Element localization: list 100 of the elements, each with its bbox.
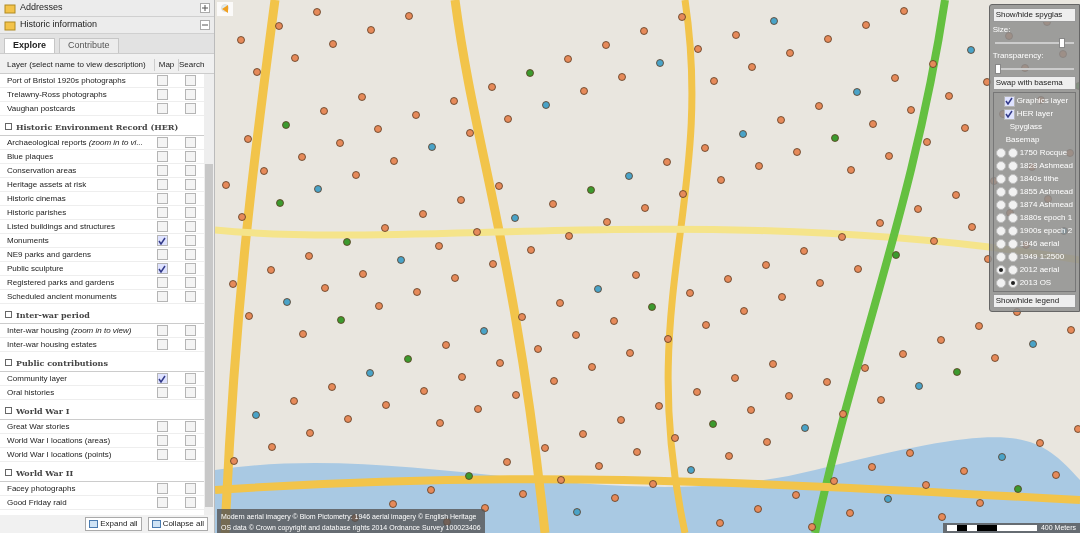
radio-button[interactable] xyxy=(995,148,1006,158)
checkbox[interactable] xyxy=(184,263,196,274)
collapse-icon[interactable] xyxy=(5,469,12,476)
layer-name[interactable]: World War I locations (areas) xyxy=(0,434,148,447)
collapse-panel-button[interactable] xyxy=(217,2,233,16)
radio-button[interactable] xyxy=(995,200,1006,210)
tab[interactable]: Contribute xyxy=(59,38,119,53)
layer-name[interactable]: Vaughan postcards xyxy=(0,102,148,115)
layer-name[interactable]: World War I locations (points) xyxy=(0,448,148,461)
accordion-header[interactable]: Historic information xyxy=(0,17,214,34)
radio-button[interactable] xyxy=(1007,174,1018,184)
checkbox[interactable] xyxy=(184,339,196,350)
checkbox[interactable] xyxy=(184,235,196,246)
checkbox[interactable] xyxy=(184,483,196,494)
checkbox[interactable] xyxy=(156,339,168,350)
scrollbar[interactable] xyxy=(204,74,214,515)
checkbox[interactable] xyxy=(156,421,168,432)
expand-icon[interactable] xyxy=(200,3,210,13)
radio-button[interactable] xyxy=(1007,187,1018,197)
collapse-icon[interactable] xyxy=(5,359,12,366)
layer-name[interactable]: Scheduled ancient monuments xyxy=(0,290,148,303)
toggle-button[interactable]: Show/hide spyglas xyxy=(992,8,1076,22)
radio-button[interactable] xyxy=(995,239,1006,249)
layer-name[interactable]: Monuments xyxy=(0,234,148,247)
radio-button[interactable] xyxy=(1007,278,1018,288)
checkbox[interactable] xyxy=(184,497,196,508)
checkbox[interactable] xyxy=(156,387,168,398)
checkbox[interactable] xyxy=(156,165,168,176)
layer-name[interactable]: Archaeological reports (zoom in to vi... xyxy=(0,136,148,149)
checkbox[interactable] xyxy=(156,249,168,260)
slider-thumb[interactable] xyxy=(1059,38,1066,48)
checkbox[interactable] xyxy=(156,221,168,232)
collapse-icon[interactable] xyxy=(5,311,12,318)
checkbox[interactable] xyxy=(184,75,196,86)
checkbox[interactable] xyxy=(156,263,168,274)
checkbox[interactable] xyxy=(1003,95,1015,107)
checkbox[interactable] xyxy=(156,235,168,246)
checkbox[interactable] xyxy=(184,277,196,288)
radio-button[interactable] xyxy=(995,226,1006,236)
layer-name[interactable]: Inter-war housing estates xyxy=(0,338,148,351)
checkbox[interactable] xyxy=(184,421,196,432)
checkbox[interactable] xyxy=(184,103,196,114)
layer-name[interactable]: Community layer xyxy=(0,372,148,385)
checkbox[interactable] xyxy=(156,151,168,162)
checkbox[interactable] xyxy=(184,291,196,302)
layer-name[interactable]: Port of Bristol 1920s photographs xyxy=(0,74,148,87)
slider-track[interactable] xyxy=(994,38,1074,48)
layer-name[interactable]: Registered parks and gardens xyxy=(0,276,148,289)
radio-button[interactable] xyxy=(1007,213,1018,223)
checkbox[interactable] xyxy=(184,151,196,162)
checkbox[interactable] xyxy=(184,325,196,336)
checkbox[interactable] xyxy=(184,165,196,176)
layer-name[interactable]: Conservation areas xyxy=(0,164,148,177)
layer-name[interactable]: Inter-war housing (zoom in to view) xyxy=(0,324,148,337)
swap-button[interactable]: Swap with basema xyxy=(992,76,1076,90)
radio-button[interactable] xyxy=(995,265,1006,275)
radio-button[interactable] xyxy=(995,187,1006,197)
radio-button[interactable] xyxy=(995,161,1006,171)
collapse-icon[interactable] xyxy=(5,407,12,414)
radio-button[interactable] xyxy=(1007,252,1018,262)
radio-button[interactable] xyxy=(1007,239,1018,249)
collapse-icon[interactable] xyxy=(5,123,12,130)
checkbox[interactable] xyxy=(184,89,196,100)
legend-button[interactable]: Show/hide legend xyxy=(992,294,1076,308)
checkbox[interactable] xyxy=(156,277,168,288)
layer-name[interactable]: Historic parishes xyxy=(0,206,148,219)
checkbox[interactable] xyxy=(156,75,168,86)
layer-name[interactable]: Good Friday raid xyxy=(0,496,148,509)
radio-button[interactable] xyxy=(1007,226,1018,236)
checkbox[interactable] xyxy=(184,373,196,384)
checkbox[interactable] xyxy=(1003,108,1015,120)
checkbox[interactable] xyxy=(156,497,168,508)
layer-name[interactable]: Oral histories xyxy=(0,386,148,399)
accordion-header[interactable]: Addresses xyxy=(0,0,214,17)
checkbox[interactable] xyxy=(184,249,196,260)
radio-button[interactable] xyxy=(1007,148,1018,158)
layer-name[interactable]: Public sculpture xyxy=(0,262,148,275)
checkbox[interactable] xyxy=(156,435,168,446)
checkbox[interactable] xyxy=(184,137,196,148)
checkbox[interactable] xyxy=(184,449,196,460)
radio-button[interactable] xyxy=(995,278,1006,288)
radio-button[interactable] xyxy=(1007,265,1018,275)
checkbox[interactable] xyxy=(156,89,168,100)
layer-name[interactable]: Heritage assets at risk xyxy=(0,178,148,191)
layer-name[interactable]: Trelawny-Ross photographs xyxy=(0,88,148,101)
radio-button[interactable] xyxy=(1007,161,1018,171)
layer-name[interactable]: Blue plaques xyxy=(0,150,148,163)
tab[interactable]: Explore xyxy=(4,38,55,53)
checkbox[interactable] xyxy=(184,207,196,218)
footer-button[interactable]: Collapse all xyxy=(147,517,208,531)
checkbox[interactable] xyxy=(156,325,168,336)
layer-name[interactable]: NE9 parks and gardens xyxy=(0,248,148,261)
slider-track[interactable] xyxy=(994,64,1074,74)
radio-button[interactable] xyxy=(995,174,1006,184)
layer-name[interactable]: Historic cinemas xyxy=(0,192,148,205)
checkbox[interactable] xyxy=(184,221,196,232)
layer-name[interactable]: Listed buildings and structures xyxy=(0,220,148,233)
checkbox[interactable] xyxy=(156,207,168,218)
checkbox[interactable] xyxy=(156,483,168,494)
radio-button[interactable] xyxy=(995,252,1006,262)
